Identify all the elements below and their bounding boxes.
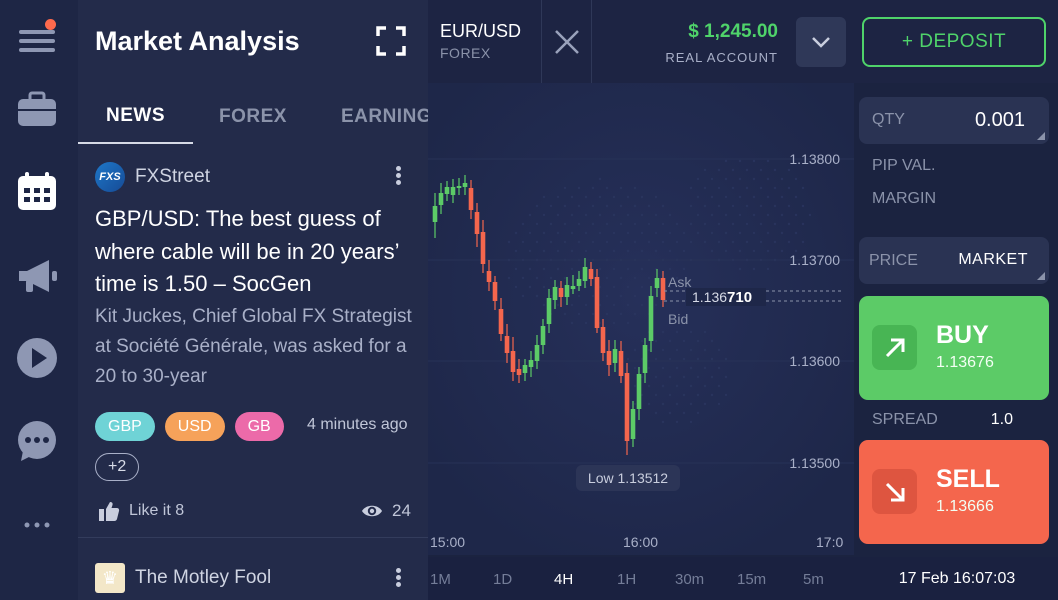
margin-label: MARGIN (872, 190, 936, 207)
qty-value: 0.001 (974, 109, 1025, 131)
svg-text:Low 1.13512: Low 1.13512 (588, 470, 668, 486)
low-label: Low 1.13512 (576, 465, 680, 491)
like-button[interactable]: Like it 8 (98, 500, 184, 522)
motley-fool-logo: ♛ (95, 563, 125, 593)
article-source: FXStreet (135, 166, 210, 187)
panel-title: Market Analysis (95, 26, 300, 56)
tag-usd[interactable]: USD (164, 412, 225, 441)
price-tick-label: 1.13500 (789, 455, 840, 471)
price-value: MARKET (958, 251, 1028, 268)
arrow-down-right-icon (872, 469, 917, 514)
more-icon[interactable] (14, 502, 60, 548)
tag-gbp[interactable]: GBP (95, 412, 155, 441)
timeframe-bar: 1M 1D 4H 1H 30m 15m 5m (428, 557, 854, 600)
views-count: 24 (392, 501, 411, 520)
news-article-2[interactable]: ♛ The Motley Fool (95, 563, 271, 593)
time-tick-label: 16:00 (623, 534, 658, 550)
instrument-category: FOREX (440, 45, 491, 61)
price-tick-label: 1.13600 (789, 353, 840, 369)
candlestick (594, 269, 600, 333)
current-price-label: 1.136710 (692, 289, 752, 306)
article2-source: The Motley Fool (135, 567, 272, 588)
time-tick-label: 17:0 (816, 534, 843, 550)
calendar-icon[interactable] (14, 168, 60, 214)
quantity-input[interactable]: QTY 0.001 (859, 97, 1049, 144)
balance-amount: $ 1,245.00 (688, 21, 778, 42)
tag-gb[interactable]: GB (234, 412, 284, 441)
article-divider (78, 537, 428, 538)
bid-label: Bid (668, 311, 688, 327)
article-time: 4 minutes ago (307, 416, 408, 433)
qty-label: QTY (872, 111, 905, 128)
chevron-down-icon[interactable] (796, 17, 846, 67)
timeframe-1d[interactable]: 1D (493, 571, 512, 588)
corner-indicator-icon (1037, 132, 1045, 140)
megaphone-icon[interactable] (14, 253, 60, 299)
fxstreet-logo: FXS (95, 162, 125, 192)
spread-label: SPREAD (872, 411, 938, 428)
price-label: PRICE (869, 252, 918, 269)
briefcase-icon[interactable] (14, 86, 60, 132)
article2-options-icon[interactable] (393, 566, 403, 592)
like-count: Like it 8 (129, 502, 185, 519)
buy-price: 1.13676 (936, 354, 994, 371)
spread-value: 1.0 (990, 411, 1013, 428)
tab-earnings[interactable]: EARNINGS (315, 90, 428, 144)
news-tabs: NEWS FOREX EARNINGS (78, 90, 428, 144)
article-options-icon[interactable] (393, 164, 403, 190)
article-tags: GBP USD GB (95, 412, 284, 441)
views-counter: 24 (361, 500, 411, 522)
article-summary: Kit Juckes, Chief Global FX Strategist a… (95, 306, 412, 387)
close-instrument-icon[interactable] (542, 0, 592, 83)
instrument-name: EUR/USD (440, 21, 522, 41)
eye-icon (362, 505, 382, 517)
account-type: REAL ACCOUNT (665, 50, 778, 65)
account-balance[interactable]: $ 1,245.00 REAL ACCOUNT (665, 21, 778, 65)
price-tick-label: 1.13800 (789, 151, 840, 167)
pip-value-label: PIP VAL. (872, 157, 936, 174)
timeframe-15m[interactable]: 15m (737, 571, 766, 588)
deposit-button[interactable]: + DEPOSIT (862, 17, 1046, 67)
menu-icon[interactable] (14, 17, 60, 63)
thumbs-up-icon (99, 502, 120, 521)
price-type-select[interactable]: PRICE MARKET (859, 237, 1049, 284)
corner-indicator-icon (1037, 272, 1045, 280)
top-bar: EUR/USD FOREX $ 1,245.00 REAL ACCOUNT + … (428, 0, 1058, 83)
article-headline[interactable]: GBP/USD: The best guess of where cable w… (95, 203, 415, 301)
price-tick-label: 1.13700 (789, 252, 840, 268)
tab-forex[interactable]: FOREX (193, 90, 315, 144)
notification-dot (45, 19, 56, 30)
trade-panel: QTY 0.001 PIP VAL. MARGIN PRICE MARKET B… (854, 83, 1058, 600)
time-tick-label: 15:00 (430, 534, 465, 550)
more-tags-button[interactable]: +2 (95, 453, 140, 481)
timeframe-5m[interactable]: 5m (803, 571, 824, 588)
news-panel: Market Analysis NEWS FOREX EARNINGS FXS … (78, 0, 428, 600)
buy-label: BUY (936, 321, 989, 349)
play-icon[interactable] (14, 335, 60, 381)
sell-price: 1.13666 (936, 498, 994, 515)
timeframe-30m[interactable]: 30m (675, 571, 704, 588)
arrow-up-right-icon (872, 325, 917, 370)
current-datetime: 17 Feb 16:07:03 (854, 557, 1058, 600)
timeframe-4h[interactable]: 4H (554, 571, 573, 588)
article-source-row: FXS FXStreet (95, 162, 210, 192)
tab-news[interactable]: NEWS (78, 90, 193, 144)
instrument-selector[interactable]: EUR/USD FOREX (428, 0, 542, 83)
side-rail (0, 0, 78, 600)
ask-label: Ask (668, 274, 692, 290)
timeframe-1m[interactable]: 1M (430, 571, 451, 588)
chat-icon[interactable] (14, 418, 60, 464)
timeframe-1h[interactable]: 1H (617, 571, 636, 588)
sell-label: SELL (936, 465, 1000, 493)
price-chart[interactable]: 1.13800 1.13700 1.13600 1.13500 15:00 16:00 17… (428, 83, 854, 555)
buy-button[interactable]: BUY 1.13676 (859, 296, 1049, 400)
fullscreen-icon[interactable] (374, 24, 408, 58)
sell-button[interactable]: SELL 1.13666 (859, 440, 1049, 544)
